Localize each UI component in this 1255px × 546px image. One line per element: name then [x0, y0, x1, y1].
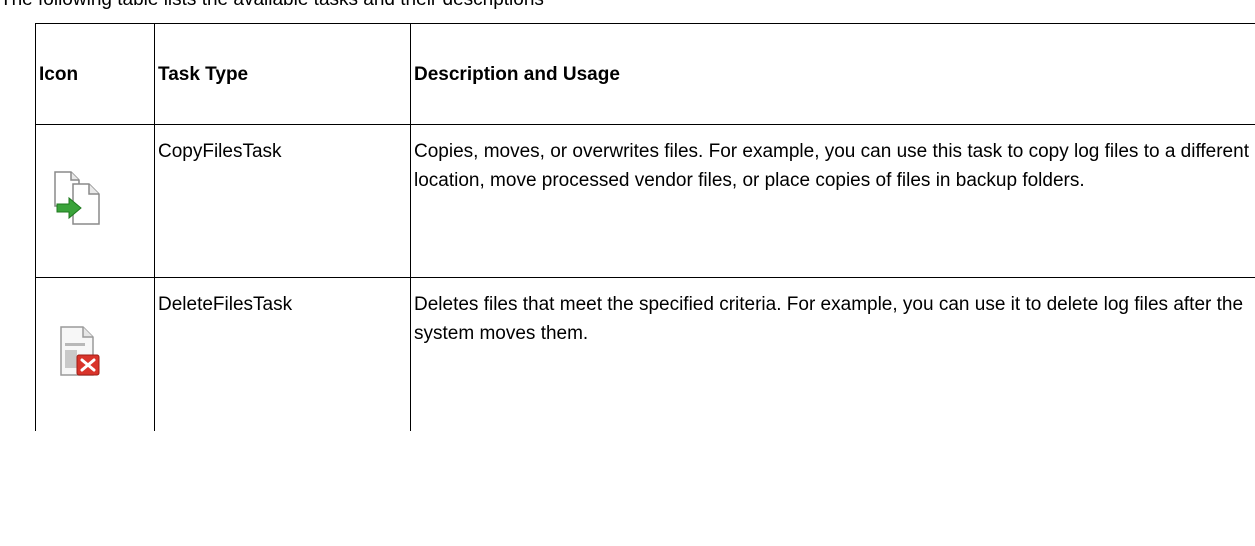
table-header-row: Icon Task Type Description and Usage [35, 23, 1255, 125]
header-description: Description and Usage [410, 23, 1255, 125]
delete-files-icon [60, 326, 100, 376]
icon-cell [35, 277, 155, 431]
task-type-cell: CopyFilesTask [154, 124, 411, 278]
copy-files-icon [54, 171, 100, 225]
task-table: Icon Task Type Description and Usage Cop… [35, 23, 1255, 431]
icon-cell [35, 124, 155, 278]
header-icon: Icon [35, 23, 155, 125]
intro-text: The following table lists the available … [0, 0, 544, 10]
task-type-cell: DeleteFilesTask [154, 277, 411, 431]
header-task-type: Task Type [154, 23, 411, 125]
description-cell: Deletes files that meet the specified cr… [410, 277, 1255, 431]
description-cell: Copies, moves, or overwrites files. For … [410, 124, 1255, 278]
table-row: DeleteFilesTask Deletes files that meet … [35, 277, 1255, 431]
table-row: CopyFilesTask Copies, moves, or overwrit… [35, 124, 1255, 278]
